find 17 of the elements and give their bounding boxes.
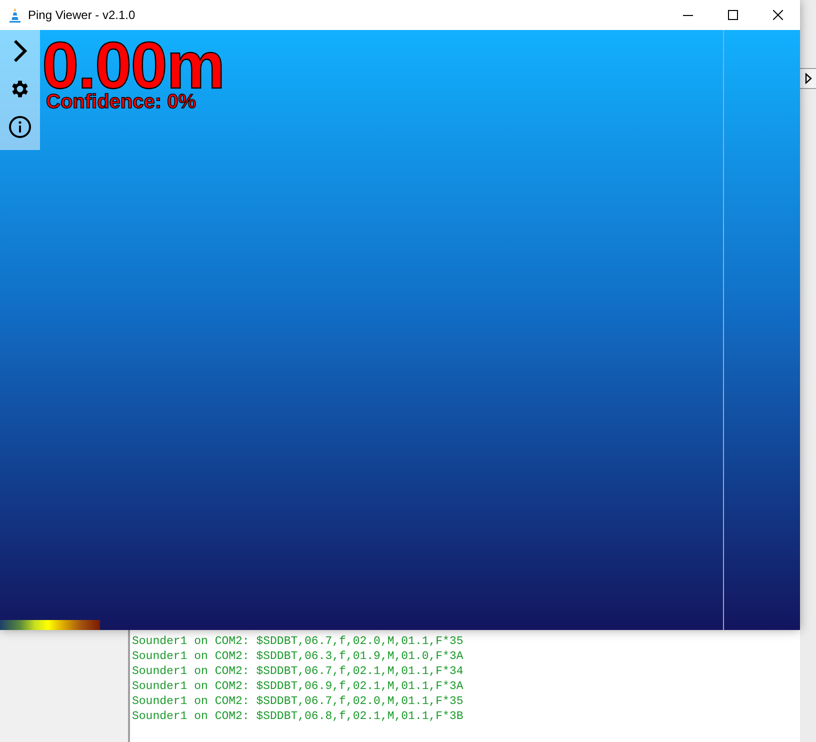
log-line: Sounder1 on COM2: $SDDBT,06.3,f,01.9,M,01.0,F*3A — [132, 649, 464, 664]
maximize-icon — [728, 10, 738, 20]
log-line: Sounder1 on COM2: $SDDBT,06.7,f,02.0,M,01.1,F*35 — [132, 634, 464, 649]
info-icon — [8, 115, 32, 139]
chevron-icon — [13, 39, 27, 63]
log-line: Sounder1 on COM2: $SDDBT,06.7,f,02.1,M,01.1,F*34 — [132, 664, 464, 679]
minimize-icon — [682, 14, 692, 16]
cone-icon — [9, 7, 21, 23]
depth-reading: 0.00m — [42, 41, 224, 89]
log-line: Sounder1 on COM2: $SDDBT,06.8,f,02.1,M,01.1,F*3B — [132, 709, 464, 724]
log-line: Sounder1 on COM2: $SDDBT,06.9,f,02.1,M,01.1,F*3A — [132, 679, 464, 694]
expand-button[interactable] — [800, 68, 816, 89]
confidence-reading: Confidence: 0% — [46, 92, 196, 112]
close-icon — [772, 10, 782, 20]
triangle-icon — [805, 73, 812, 84]
log-line: Sounder1 on COM2: $SDDBT,06.7,f,02.0,M,01.1,F*35 — [132, 694, 464, 709]
window-title: Ping Viewer - v2.1.0 — [28, 8, 136, 22]
